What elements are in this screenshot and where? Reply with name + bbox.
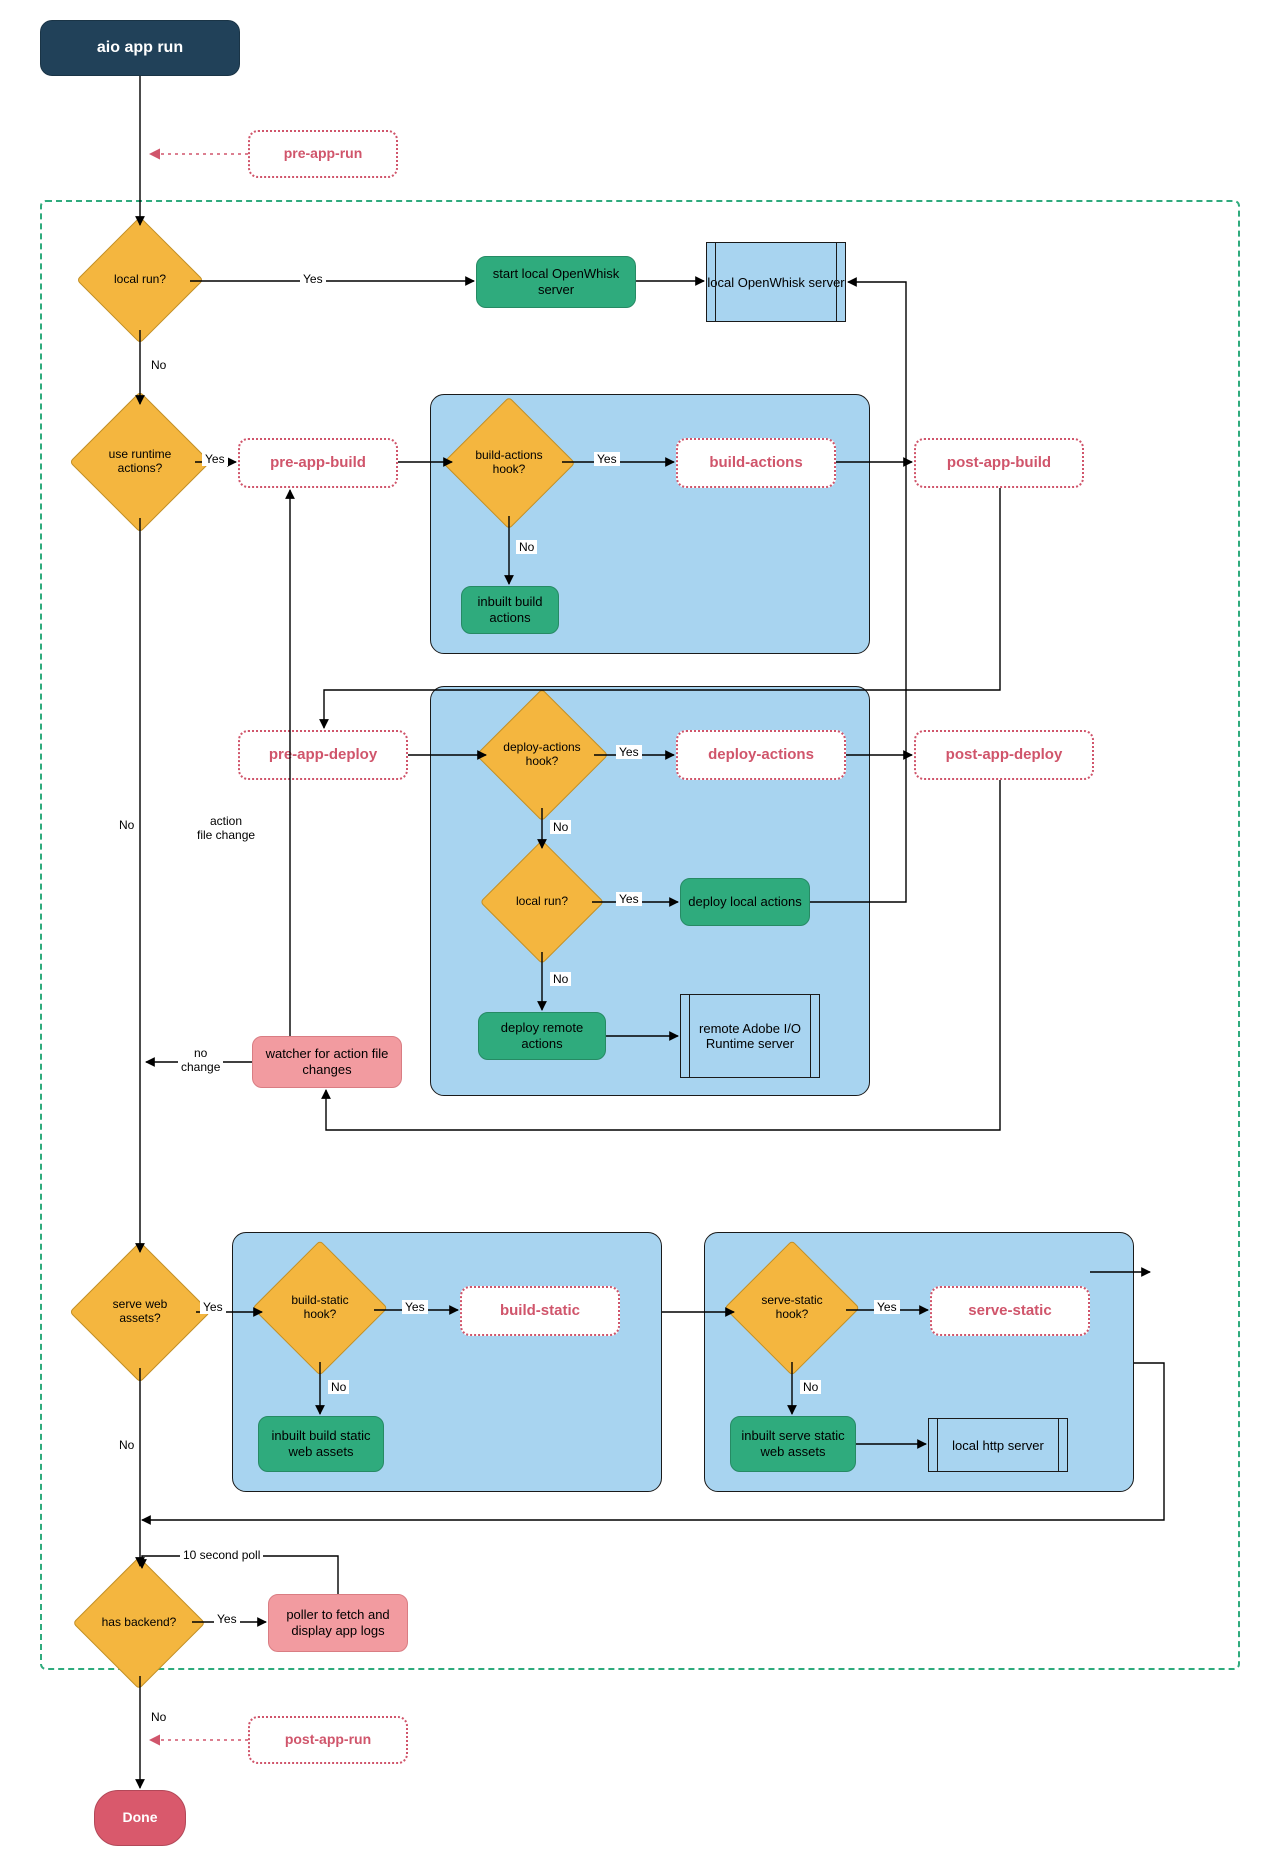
decision-local-run: local run? [95, 235, 185, 325]
server-remote-adobe-runtime: remote Adobe I/O Runtime server [680, 994, 820, 1078]
hook-post-app-build: post-app-build [914, 438, 1084, 488]
server-local-openwhisk: local OpenWhisk server [706, 242, 846, 322]
hook-build-static: build-static [460, 1286, 620, 1336]
label-localrun2-yes: Yes [616, 892, 642, 906]
action-deploy-remote-actions: deploy remote actions [478, 1012, 606, 1060]
action-inbuilt-serve-static: inbuilt serve static web assets [730, 1416, 856, 1472]
label-serveweb-no: No [116, 1438, 137, 1452]
label-10s-poll: 10 second poll [180, 1548, 263, 1562]
hook-post-app-deploy: post-app-deploy [914, 730, 1094, 780]
action-inbuilt-build-static: inbuilt build static web assets [258, 1416, 384, 1472]
flowchart-canvas: aio app run pre-app-run local run? start… [0, 0, 1280, 1862]
decision-deploy-actions-hook: deploy-actions hook? [495, 708, 589, 802]
label-serveweb-yes: Yes [200, 1300, 226, 1314]
label-localrun2-no: No [550, 972, 571, 986]
label-localrun-no: No [148, 358, 169, 372]
start-node: aio app run [40, 20, 240, 76]
label-buildhook-yes: Yes [594, 452, 620, 466]
action-poller: poller to fetch and display app logs [268, 1594, 408, 1652]
server-local-http: local http server [928, 1418, 1068, 1472]
label-deployhook-no: No [550, 820, 571, 834]
decision-local-run-2: local run? [498, 858, 586, 946]
hook-build-actions: build-actions [676, 438, 836, 488]
action-inbuilt-build-actions: inbuilt build actions [461, 586, 559, 634]
action-start-local-openwhisk: start local OpenWhisk server [476, 256, 636, 308]
label-action-file-change: action file change [194, 814, 258, 843]
action-deploy-local-actions: deploy local actions [680, 878, 810, 926]
hook-deploy-actions: deploy-actions [676, 730, 846, 780]
decision-serve-static-hook: serve-static hook? [744, 1260, 840, 1356]
decision-serve-web-assets: serve web assets? [90, 1262, 190, 1362]
label-hasbackend-no: No [148, 1710, 169, 1724]
decision-build-static-hook: build-static hook? [272, 1260, 368, 1356]
label-servestatic-no: No [800, 1380, 821, 1394]
label-runtime-no: No [116, 818, 137, 832]
hook-pre-app-build: pre-app-build [238, 438, 398, 488]
label-servestatic-yes: Yes [874, 1300, 900, 1314]
decision-has-backend: has backend? [92, 1576, 186, 1670]
hook-post-app-run: post-app-run [248, 1716, 408, 1764]
label-hasbackend-yes: Yes [214, 1612, 240, 1626]
hook-pre-app-deploy: pre-app-deploy [238, 730, 408, 780]
decision-use-runtime-actions: use runtime actions? [90, 412, 190, 512]
action-watcher: watcher for action file changes [252, 1036, 402, 1088]
label-buildstatic-no: No [328, 1380, 349, 1394]
decision-build-actions-hook: build-actions hook? [462, 416, 556, 510]
label-deployhook-yes: Yes [616, 745, 642, 759]
hook-serve-static: serve-static [930, 1286, 1090, 1336]
done-node: Done [94, 1790, 186, 1846]
label-buildstatic-yes: Yes [402, 1300, 428, 1314]
label-buildhook-no: No [516, 540, 537, 554]
hook-pre-app-run: pre-app-run [248, 130, 398, 178]
label-no-change: no change [178, 1046, 223, 1075]
label-localrun-yes: Yes [300, 272, 326, 286]
label-runtime-yes: Yes [202, 452, 228, 466]
